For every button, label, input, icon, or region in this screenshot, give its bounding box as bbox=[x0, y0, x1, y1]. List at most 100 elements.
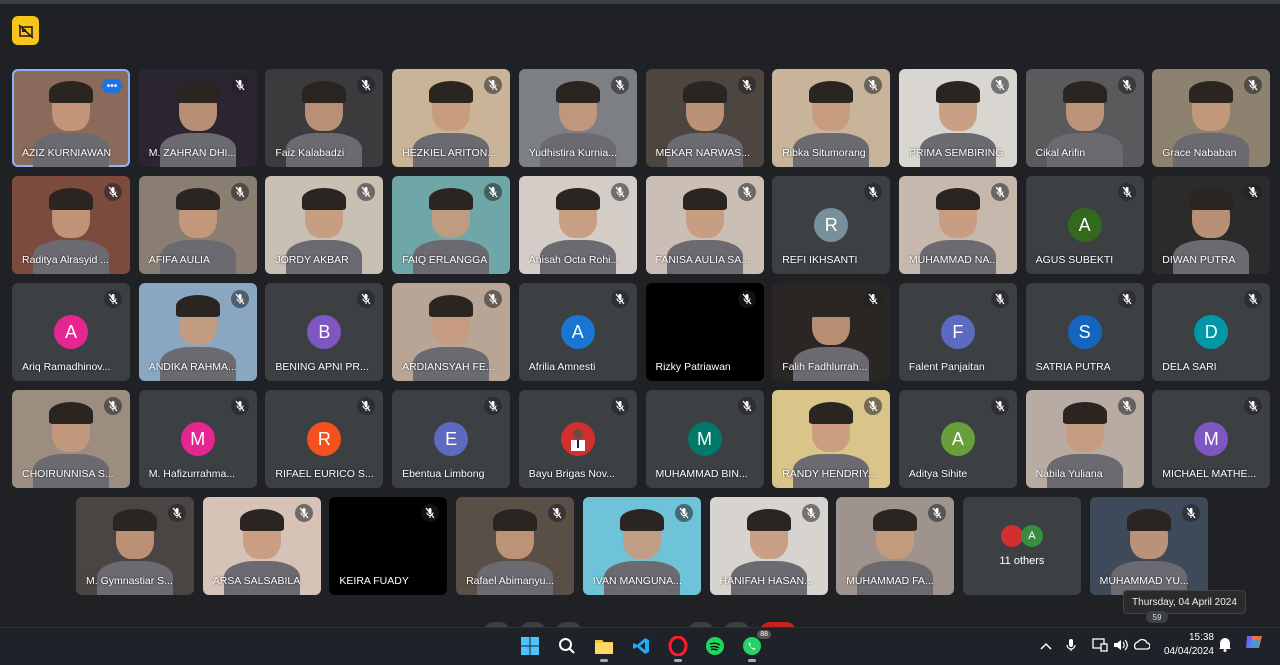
mic-muted-icon bbox=[990, 290, 1009, 308]
more-options-icon[interactable]: ••• bbox=[102, 79, 122, 93]
mic-muted-icon bbox=[1117, 290, 1136, 308]
participant-tile[interactable]: Bayu Brigas Nov... bbox=[518, 390, 637, 488]
network-icon[interactable] bbox=[1092, 637, 1108, 653]
participant-tile[interactable]: M MUHAMMAD BIN... bbox=[645, 390, 764, 488]
system-clock[interactable]: 15:38 04/04/2024 bbox=[1158, 631, 1214, 659]
video-feed bbox=[49, 81, 93, 103]
participant-tile[interactable]: Raditya Alrasyid ... bbox=[12, 176, 130, 274]
mic-muted-icon bbox=[801, 504, 820, 522]
whatsapp-icon[interactable]: 88 bbox=[739, 630, 771, 662]
participant-tile[interactable]: Falih Fadhlurrah... bbox=[772, 283, 891, 381]
participant-tile[interactable]: B BENING APNI PR... bbox=[265, 283, 384, 381]
participant-tile[interactable]: HEZKIEL ARITON... bbox=[392, 69, 511, 167]
participant-tile[interactable]: M. Gymnastiar S... bbox=[76, 497, 194, 595]
participant-tile[interactable]: Grace Nababan bbox=[1152, 69, 1271, 167]
video-feed bbox=[493, 509, 538, 531]
mic-muted-icon bbox=[484, 76, 503, 94]
participant-tile[interactable]: Yudhistira Kurnia... bbox=[518, 69, 637, 167]
participant-name: JORDY AKBAR bbox=[275, 254, 349, 266]
mic-muted-icon bbox=[230, 76, 249, 94]
participant-tile[interactable]: Rafael Abimanyu... bbox=[456, 497, 575, 595]
video-feed bbox=[873, 509, 918, 531]
tile-visibility-icon[interactable] bbox=[12, 16, 39, 45]
participant-tile[interactable]: R REFI IKHSANTI bbox=[772, 176, 891, 274]
participant-tile[interactable]: MUHAMMAD YU... bbox=[1089, 497, 1208, 595]
participant-tile[interactable]: RANDY HENDRIY... bbox=[772, 390, 891, 488]
participant-name: MICHAEL MATHE... bbox=[1162, 468, 1257, 480]
spotify-icon[interactable] bbox=[702, 633, 728, 659]
mic-muted-icon bbox=[1244, 290, 1263, 308]
participant-tile[interactable]: KEIRA FUADY bbox=[329, 497, 448, 595]
show-hidden-icons-icon[interactable] bbox=[1040, 638, 1052, 654]
video-feed bbox=[175, 81, 220, 103]
participant-tile[interactable]: Rizky Patriawan bbox=[645, 283, 764, 381]
battery-icon[interactable] bbox=[1134, 637, 1150, 653]
participant-tile[interactable]: ANDIKA RAHMA... bbox=[138, 283, 257, 381]
participant-tile[interactable]: A Ariq Ramadhinov... bbox=[12, 283, 130, 381]
whatsapp-badge: 88 bbox=[757, 630, 771, 639]
participant-tile[interactable]: Anisah Octa Rohi... bbox=[518, 176, 637, 274]
mic-muted-icon bbox=[484, 397, 503, 415]
participant-tile[interactable]: FANISA AULIA SA... bbox=[645, 176, 764, 274]
participant-tile[interactable]: M MICHAEL MATHE... bbox=[1152, 390, 1271, 488]
mic-muted-icon bbox=[864, 76, 883, 94]
participant-tile[interactable]: M. ZAHRAN DHI... bbox=[138, 69, 257, 167]
participant-tile[interactable]: ARDIANSYAH FE... bbox=[392, 283, 511, 381]
participant-tile[interactable]: MEKAR NARWAS... bbox=[645, 69, 764, 167]
participant-tile[interactable]: JORDY AKBAR bbox=[265, 176, 384, 274]
mic-muted-icon bbox=[1117, 183, 1136, 201]
volume-icon[interactable] bbox=[1113, 637, 1129, 653]
avatar: B bbox=[307, 315, 342, 349]
microphone-icon[interactable] bbox=[1066, 637, 1076, 653]
participant-tile[interactable]: A Afrilia Amnesti bbox=[518, 283, 637, 381]
avatar: R bbox=[814, 208, 849, 242]
participant-tile[interactable]: S SATRIA PUTRA bbox=[1025, 283, 1144, 381]
participant-name: MUHAMMAD YU... bbox=[1099, 575, 1189, 587]
participant-name: MUHAMMAD BIN... bbox=[655, 468, 748, 480]
participant-tile[interactable]: HANIFAH HASAN... bbox=[709, 497, 828, 595]
participant-tile[interactable]: Faiz Kalabadzi bbox=[265, 69, 384, 167]
participant-name: ARSA SALSABILA bbox=[212, 575, 301, 587]
video-feed bbox=[113, 509, 157, 531]
participant-tile[interactable]: IVAN MANGUNA... bbox=[582, 497, 701, 595]
participant-tile[interactable]: MUHAMMAD NA... bbox=[898, 176, 1017, 274]
participant-tile[interactable]: FAIQ ERLANGGA bbox=[392, 176, 511, 274]
opera-icon[interactable] bbox=[665, 633, 691, 662]
avatar: M bbox=[1194, 422, 1229, 456]
participant-name: RIFAEL EURICO S... bbox=[275, 468, 374, 480]
participant-tile[interactable]: A AGUS SUBEKTI bbox=[1025, 176, 1144, 274]
mic-muted-icon bbox=[230, 397, 249, 415]
mic-muted-icon bbox=[737, 76, 756, 94]
participant-tile[interactable]: CHOIRUNNISA S... bbox=[12, 390, 130, 488]
copilot-icon[interactable] bbox=[1244, 634, 1264, 650]
participant-name: AFIFA AULIA bbox=[148, 254, 210, 266]
avatar: E bbox=[434, 422, 469, 456]
participant-tile[interactable]: Cikal Arifin bbox=[1025, 69, 1144, 167]
participant-tile[interactable]: F Falent Panjaitan bbox=[898, 283, 1017, 381]
participant-tile[interactable]: A 11 others bbox=[962, 497, 1081, 595]
vscode-icon[interactable] bbox=[628, 633, 654, 659]
avatar bbox=[1000, 525, 1023, 547]
avatar: A bbox=[560, 315, 595, 349]
notification-bell-icon[interactable] bbox=[1218, 636, 1232, 652]
mic-muted-icon bbox=[357, 397, 376, 415]
participant-tile[interactable]: R RIFAEL EURICO S... bbox=[265, 390, 384, 488]
participant-name: DELA SARI bbox=[1162, 361, 1217, 373]
search-icon[interactable] bbox=[554, 633, 580, 659]
participant-tile[interactable]: ••• AZIZ KURNIAWAN bbox=[12, 69, 130, 167]
windows-start-icon[interactable] bbox=[517, 633, 543, 659]
participant-tile[interactable]: A Aditya Sihite bbox=[898, 390, 1017, 488]
participant-tile[interactable]: D DELA SARI bbox=[1152, 283, 1271, 381]
file-explorer-icon[interactable] bbox=[591, 633, 617, 662]
video-feed bbox=[175, 295, 220, 317]
participant-tile[interactable]: Nabila Yuliana bbox=[1025, 390, 1144, 488]
participant-tile[interactable]: E Ebentua Limbong bbox=[392, 390, 511, 488]
participant-tile[interactable]: AFIFA AULIA bbox=[138, 176, 257, 274]
participant-tile[interactable]: DIWAN PUTRA bbox=[1152, 176, 1271, 274]
participant-tile[interactable]: Ribka Situmorang bbox=[772, 69, 891, 167]
participant-tile[interactable]: MUHAMMAD FA... bbox=[836, 497, 955, 595]
video-feed bbox=[429, 188, 474, 210]
participant-tile[interactable]: PRIMA SEMBIRING bbox=[898, 69, 1017, 167]
participant-tile[interactable]: ARSA SALSABILA bbox=[202, 497, 321, 595]
participant-tile[interactable]: M M. Hafizurrahma... bbox=[138, 390, 257, 488]
